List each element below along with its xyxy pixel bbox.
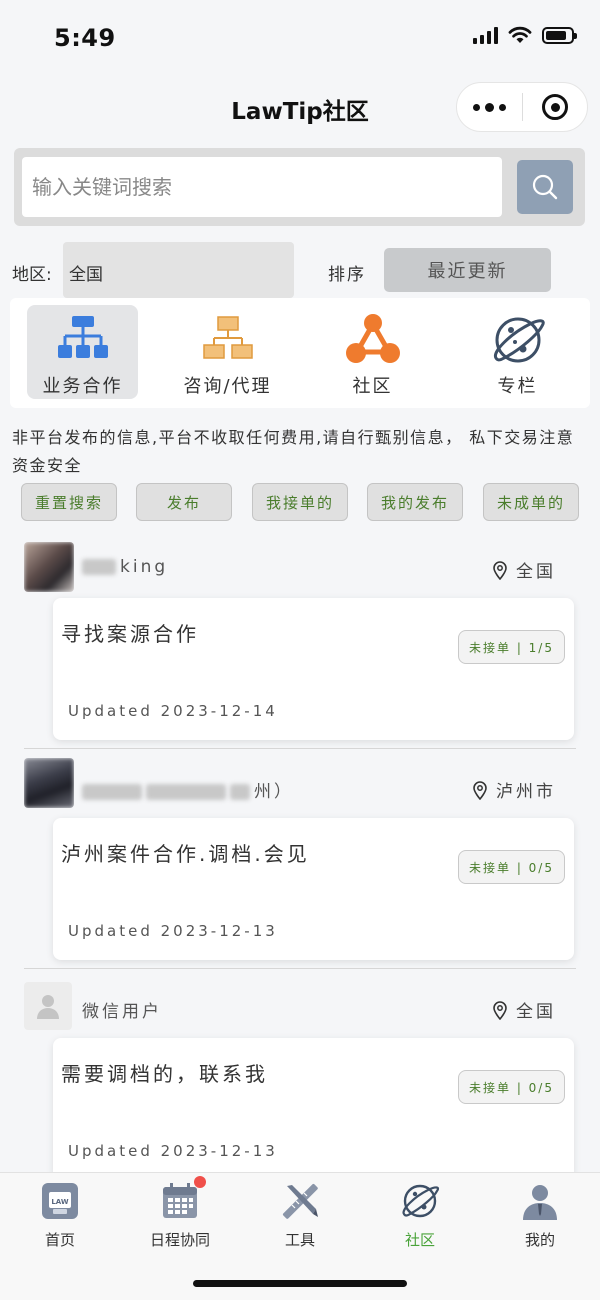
filter-row: 地区: 全国 排序 最近更新 <box>0 242 600 298</box>
org-chart-blue-icon <box>57 316 108 358</box>
planet-icon <box>402 1184 440 1218</box>
divider <box>24 748 576 749</box>
tools-icon <box>282 1183 318 1219</box>
target-icon <box>542 94 568 120</box>
avatar <box>24 982 72 1030</box>
user-name: 州） <box>82 777 294 802</box>
post-item[interactable]: 州） 泸州市 泸州案件合作.调档.会见 未接单 | 0/5 Updated 20… <box>0 758 600 969</box>
svg-text:LAW: LAW <box>51 1198 69 1206</box>
close-mini-program-button[interactable] <box>523 83 587 131</box>
sort-label: 排序 <box>328 265 366 285</box>
tab-label: 社区 <box>404 1231 435 1249</box>
reset-search-button[interactable]: 重置搜索 <box>21 483 117 521</box>
post-title: 泸州案件合作.调档.会见 <box>61 842 310 866</box>
network-icon <box>345 314 400 363</box>
region-value: 全国 <box>69 265 103 285</box>
location-pin-icon <box>473 780 487 800</box>
status-time: 5:49 <box>54 24 116 52</box>
category-label: 业务合作 <box>42 376 123 397</box>
tab-label: 工具 <box>284 1231 315 1249</box>
user-name: 微信用户 <box>82 1002 162 1022</box>
avatar <box>24 542 74 592</box>
post-card[interactable]: 寻找案源合作 未接单 | 1/5 Updated 2023-12-14 <box>53 598 574 740</box>
tab-label: 我的 <box>524 1231 555 1249</box>
tab-label: 日程协同 <box>149 1231 210 1249</box>
sort-select[interactable]: 最近更新 <box>384 248 551 292</box>
region-select[interactable]: 全国 <box>63 242 294 298</box>
more-options-icon[interactable] <box>457 83 522 131</box>
status-badge: 未接单 | 1/5 <box>458 630 565 664</box>
my-posts-button[interactable]: 我的发布 <box>367 483 463 521</box>
disclaimer-notice: 非平台发布的信息,平台不收取任何费用,请自行甄别信息， 私下交易注意资金安全 <box>12 428 575 475</box>
wifi-icon <box>508 26 532 43</box>
status-badge: 未接单 | 0/5 <box>458 1070 565 1104</box>
search-input[interactable] <box>22 157 502 217</box>
category-community[interactable]: 社区 <box>300 298 445 408</box>
user-icon <box>523 1185 557 1220</box>
status-icons <box>473 26 577 44</box>
nav-bar: LawTip社区 <box>0 80 600 136</box>
category-panel: 业务合作 咨询/代理 社区 专栏 <box>10 298 590 408</box>
default-user-icon <box>37 995 59 1019</box>
law-home-icon: LAW <box>42 1183 78 1219</box>
post-date: Updated 2023-12-13 <box>68 922 278 940</box>
action-buttons: 重置搜索 发布 我接单的 我的发布 未成单的 <box>0 483 600 521</box>
post-title: 需要调档的，联系我 <box>61 1062 268 1086</box>
avatar <box>24 758 74 808</box>
category-label: 社区 <box>352 376 393 397</box>
tab-profile[interactable]: 我的 <box>480 1181 600 1250</box>
post-location: 泸州市 <box>472 777 556 802</box>
battery-icon <box>542 26 577 44</box>
search-bar <box>14 148 585 226</box>
tab-tools[interactable]: 工具 <box>240 1181 360 1250</box>
category-label: 咨询/代理 <box>183 376 272 397</box>
post-item[interactable]: 微信用户 全国 需要调档的，联系我 未接单 | 0/5 Updated 2023… <box>0 978 600 1180</box>
unclosed-orders-button[interactable]: 未成单的 <box>483 483 579 521</box>
divider <box>24 968 576 969</box>
status-bar: 5:49 <box>0 0 600 72</box>
notification-dot <box>194 1176 206 1188</box>
post-card[interactable]: 需要调档的，联系我 未接单 | 0/5 Updated 2023-12-13 <box>53 1038 574 1180</box>
post-card[interactable]: 泸州案件合作.调档.会见 未接单 | 0/5 Updated 2023-12-1… <box>53 818 574 960</box>
my-accepted-button[interactable]: 我接单的 <box>252 483 348 521</box>
post-date: Updated 2023-12-13 <box>68 1142 278 1160</box>
mini-program-capsule <box>456 82 588 132</box>
category-label: 专栏 <box>497 376 538 397</box>
location-pin-icon <box>493 560 507 580</box>
user-name: king <box>82 557 168 577</box>
cellular-signal-icon <box>473 26 498 44</box>
tab-community[interactable]: 社区 <box>360 1181 480 1250</box>
post-location: 全国 <box>492 997 556 1022</box>
category-business-cooperation[interactable]: 业务合作 <box>10 298 155 408</box>
tab-schedule[interactable]: 日程协同 <box>120 1176 240 1250</box>
publish-button[interactable]: 发布 <box>136 483 232 521</box>
search-button[interactable] <box>517 160 573 214</box>
post-date: Updated 2023-12-14 <box>68 702 278 720</box>
category-consult-agent[interactable]: 咨询/代理 <box>155 298 300 408</box>
planet-icon <box>493 317 545 363</box>
tab-label: 首页 <box>44 1231 75 1249</box>
location-pin-icon <box>493 1000 507 1020</box>
calendar-icon <box>160 1176 206 1221</box>
search-icon <box>532 174 558 200</box>
home-indicator <box>193 1280 407 1287</box>
tab-home[interactable]: LAW 首页 <box>0 1181 120 1250</box>
post-location: 全国 <box>492 557 556 582</box>
region-label: 地区: <box>12 265 52 285</box>
post-item[interactable]: king 全国 寻找案源合作 未接单 | 1/5 Updated 2023-12… <box>0 538 600 749</box>
post-title: 寻找案源合作 <box>61 622 199 646</box>
org-chart-orange-icon <box>202 316 253 359</box>
category-column[interactable]: 专栏 <box>445 298 590 408</box>
status-badge: 未接单 | 0/5 <box>458 850 565 884</box>
